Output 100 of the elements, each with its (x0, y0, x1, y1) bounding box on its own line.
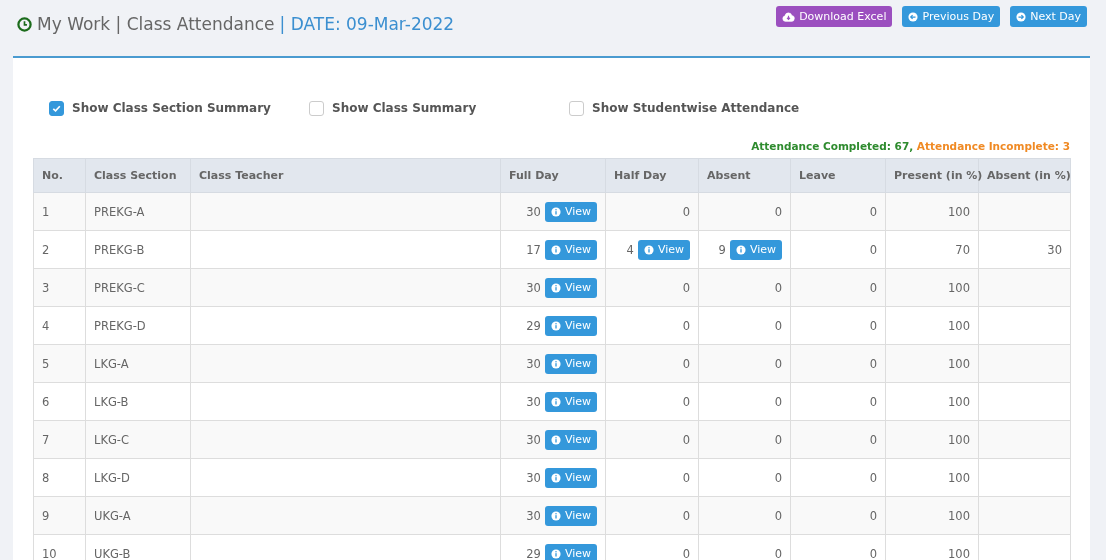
count-text: 17 (526, 242, 541, 257)
view-button[interactable]: View (544, 391, 597, 412)
left-arrow-circle-icon (908, 11, 919, 22)
table-cell: 30 (978, 230, 1071, 269)
count-text: 30 (526, 204, 541, 219)
table-cell: LKG-D (85, 458, 191, 497)
column-header: Half Day (605, 158, 699, 193)
count-text: 0 (774, 204, 782, 219)
table-cell: 7 (33, 420, 86, 459)
info-icon (550, 396, 561, 407)
count-text: 30 (526, 280, 541, 295)
table-cell: 0 (790, 344, 886, 383)
option-checkbox[interactable]: Show Class Summary (309, 100, 569, 116)
table-cell: 100 (885, 192, 979, 231)
column-header: Class Section (85, 158, 191, 193)
right-arrow-circle-icon (1016, 11, 1027, 22)
info-icon (550, 358, 561, 369)
info-icon (735, 244, 746, 255)
info-icon (550, 282, 561, 293)
count-text: 30 (526, 356, 541, 371)
view-button[interactable]: View (544, 429, 597, 450)
info-icon (550, 434, 561, 445)
table-cell: PREKG-C (85, 268, 191, 307)
count-text: 0 (682, 394, 690, 409)
view-button[interactable]: View (544, 505, 597, 526)
count-text: 0 (682, 280, 690, 295)
count-text: 29 (526, 318, 541, 333)
table-cell: PREKG-A (85, 192, 191, 231)
table-cell: 100 (885, 420, 979, 459)
table-cell: 100 (885, 458, 979, 497)
column-header: Full Day (500, 158, 606, 193)
view-button[interactable]: View (544, 277, 597, 298)
table-cell: 0 (790, 268, 886, 307)
clock-icon (17, 16, 32, 32)
next-day-button[interactable]: Next Day (1010, 6, 1087, 27)
count-text: 0 (682, 204, 690, 219)
previous-day-button[interactable]: Previous Day (902, 6, 1001, 27)
table-cell: 6 (33, 382, 86, 421)
table-cell: 1 (33, 192, 86, 231)
incomplete-count: Attendance Incomplete: 3 (916, 140, 1070, 152)
info-icon (550, 244, 561, 255)
column-header: Class Teacher (190, 158, 501, 193)
count-text: 30 (526, 470, 541, 485)
count-text: 29 (526, 546, 541, 560)
column-header: Absent (698, 158, 791, 193)
table-cell: 8 (33, 458, 86, 497)
count-text: 0 (774, 394, 782, 409)
table-cell: LKG-A (85, 344, 191, 383)
info-icon (550, 510, 561, 521)
count-text: 0 (774, 432, 782, 447)
count-text: 30 (526, 432, 541, 447)
view-button[interactable]: View (544, 543, 597, 560)
count-text: 0 (682, 318, 690, 333)
table-cell: LKG-C (85, 420, 191, 459)
option-checkbox[interactable]: Show Studentwise Attendance (569, 100, 800, 116)
info-icon (550, 206, 561, 217)
column-header: Leave (790, 158, 886, 193)
count-text: 0 (682, 356, 690, 371)
cloud-download-icon (782, 11, 796, 22)
view-button[interactable]: View (544, 467, 597, 488)
count-text: 9 (718, 242, 726, 257)
download-excel-button[interactable]: Download Excel (776, 6, 893, 27)
table-cell: 4 (33, 306, 86, 345)
count-text: 0 (682, 546, 690, 560)
table-cell: 100 (885, 306, 979, 345)
table-cell: 0 (790, 382, 886, 421)
view-button[interactable]: View (544, 353, 597, 374)
table-cell: PREKG-B (85, 230, 191, 269)
table-cell: UKG-A (85, 496, 191, 535)
table-cell: 0 (790, 192, 886, 231)
table-cell: 0 (790, 458, 886, 497)
info-icon (550, 548, 561, 559)
count-text: 0 (774, 356, 782, 371)
count-text: 0 (774, 508, 782, 523)
count-text: 30 (526, 508, 541, 523)
view-button[interactable]: View (544, 239, 597, 260)
table-cell: 10 (33, 534, 86, 560)
option-checkbox[interactable]: Show Class Section Summary (49, 100, 309, 116)
page-title: My Work | Class Attendance (37, 14, 275, 34)
table-cell: PREKG-D (85, 306, 191, 345)
table-cell: 5 (33, 344, 86, 383)
view-button[interactable]: View (544, 201, 597, 222)
table-cell: 100 (885, 496, 979, 535)
table-cell: 0 (790, 420, 886, 459)
table-cell: LKG-B (85, 382, 191, 421)
table-cell: 100 (885, 382, 979, 421)
count-text: 30 (526, 394, 541, 409)
table-cell: 100 (885, 268, 979, 307)
count-text: 0 (682, 508, 690, 523)
view-button[interactable]: View (729, 239, 782, 260)
table-cell: 2 (33, 230, 86, 269)
count-text: 4 (626, 242, 634, 257)
view-button[interactable]: View (637, 239, 690, 260)
table-cell: 9 (33, 496, 86, 535)
table-cell: 0 (790, 230, 886, 269)
completed-count: Attendance Completed: 67, (751, 140, 914, 152)
count-text: 0 (774, 546, 782, 560)
table-cell: 0 (790, 496, 886, 535)
view-button[interactable]: View (544, 315, 597, 336)
table-cell: 3 (33, 268, 86, 307)
